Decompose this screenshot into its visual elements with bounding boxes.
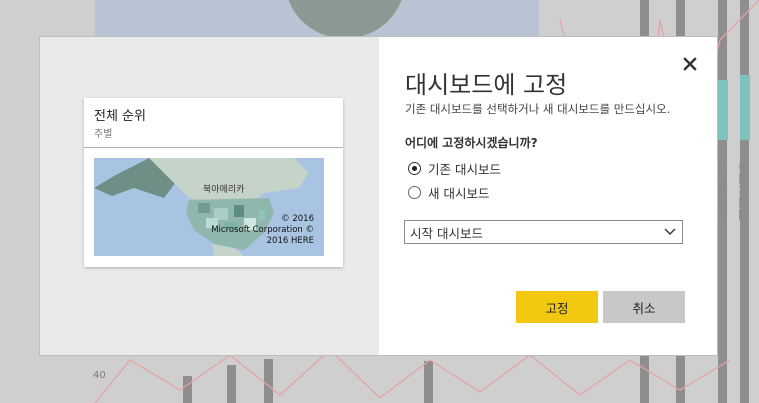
tile-subtitle: 주별 [94, 129, 113, 140]
radio-button[interactable] [408, 186, 421, 199]
cancel-button[interactable]: 취소 [603, 291, 685, 323]
pin-form-pane: 대시보드에 고정 기존 대시보드를 선택하거나 새 대시보드를 만드십시오. 어… [379, 37, 717, 355]
pin-to-dashboard-dialog: 전체 순위 주별 북아메리카 © 2016 Microsoft Corporat… [40, 37, 717, 355]
radio-label: 기존 대시보드 [428, 162, 501, 177]
map-copyright: © 2016 Microsoft Corporation © 2016 HERE [194, 214, 314, 247]
copyright-line: 2016 HERE [266, 236, 314, 246]
close-button[interactable] [681, 55, 699, 73]
tile-preview-pane: 전체 순위 주별 북아메리카 © 2016 Microsoft Corporat… [40, 37, 379, 355]
map-region-label: 북아메리카 [203, 185, 245, 195]
dialog-description: 기존 대시보드를 선택하거나 새 대시보드를 만드십시오. [405, 102, 671, 116]
radio-new-dashboard[interactable]: 새 대시보드 [408, 183, 489, 202]
dashboard-select-value: 시작 대시보드 [410, 225, 483, 241]
axis-category-label: 에티오피아 [737, 160, 750, 220]
radio-button-checked[interactable] [408, 162, 421, 175]
axis-category-label: 시작다보드 [717, 160, 730, 220]
close-icon [683, 57, 697, 71]
chevron-down-icon [664, 228, 676, 236]
tile-title: 전체 순위 [94, 109, 146, 124]
copyright-line: © 2016 [281, 214, 314, 224]
map-visual: 북아메리카 © 2016 Microsoft Corporation © 201… [94, 158, 324, 256]
dashboard-select[interactable]: 시작 대시보드 [404, 220, 683, 244]
copyright-line: Microsoft Corporation © [211, 225, 314, 235]
axis-tick-label: 40 [93, 370, 106, 381]
pin-location-question: 어디에 고정하시겠습니까? [405, 136, 538, 150]
radio-label: 새 대시보드 [428, 186, 490, 201]
pin-button[interactable]: 고정 [516, 291, 598, 323]
tile-divider [84, 147, 343, 148]
dialog-title: 대시보드에 고정 [405, 71, 568, 99]
radio-existing-dashboard[interactable]: 기존 대시보드 [408, 159, 501, 178]
tile-preview: 전체 순위 주별 북아메리카 © 2016 Microsoft Corporat… [84, 98, 343, 267]
